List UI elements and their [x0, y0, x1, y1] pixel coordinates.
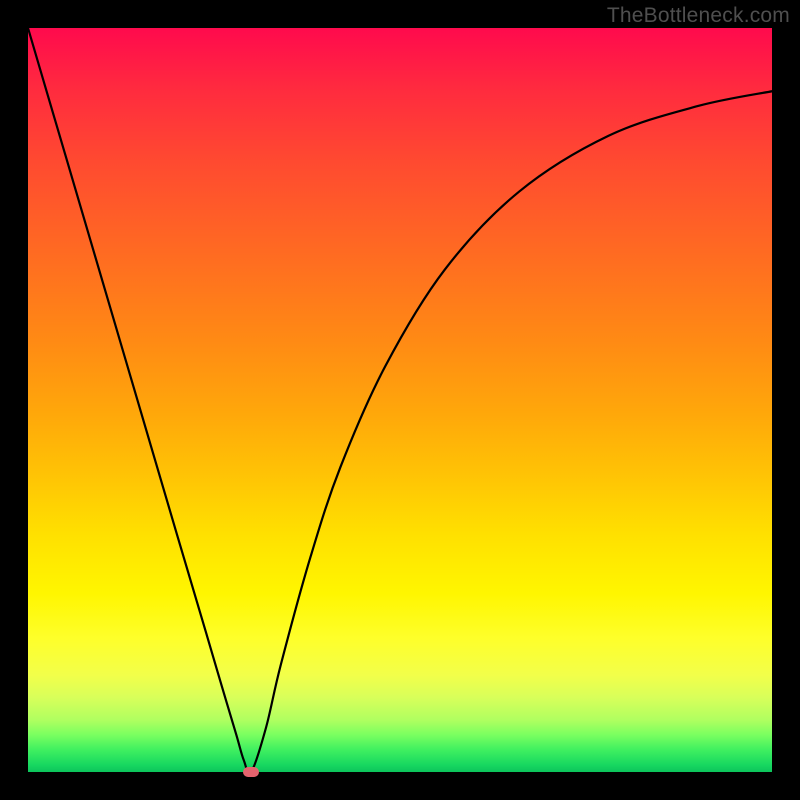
minimum-marker-icon	[243, 767, 259, 777]
watermark-label: TheBottleneck.com	[607, 4, 790, 28]
bottleneck-curve	[28, 28, 772, 772]
plot-area	[28, 28, 772, 772]
chart-frame: TheBottleneck.com	[0, 0, 800, 800]
